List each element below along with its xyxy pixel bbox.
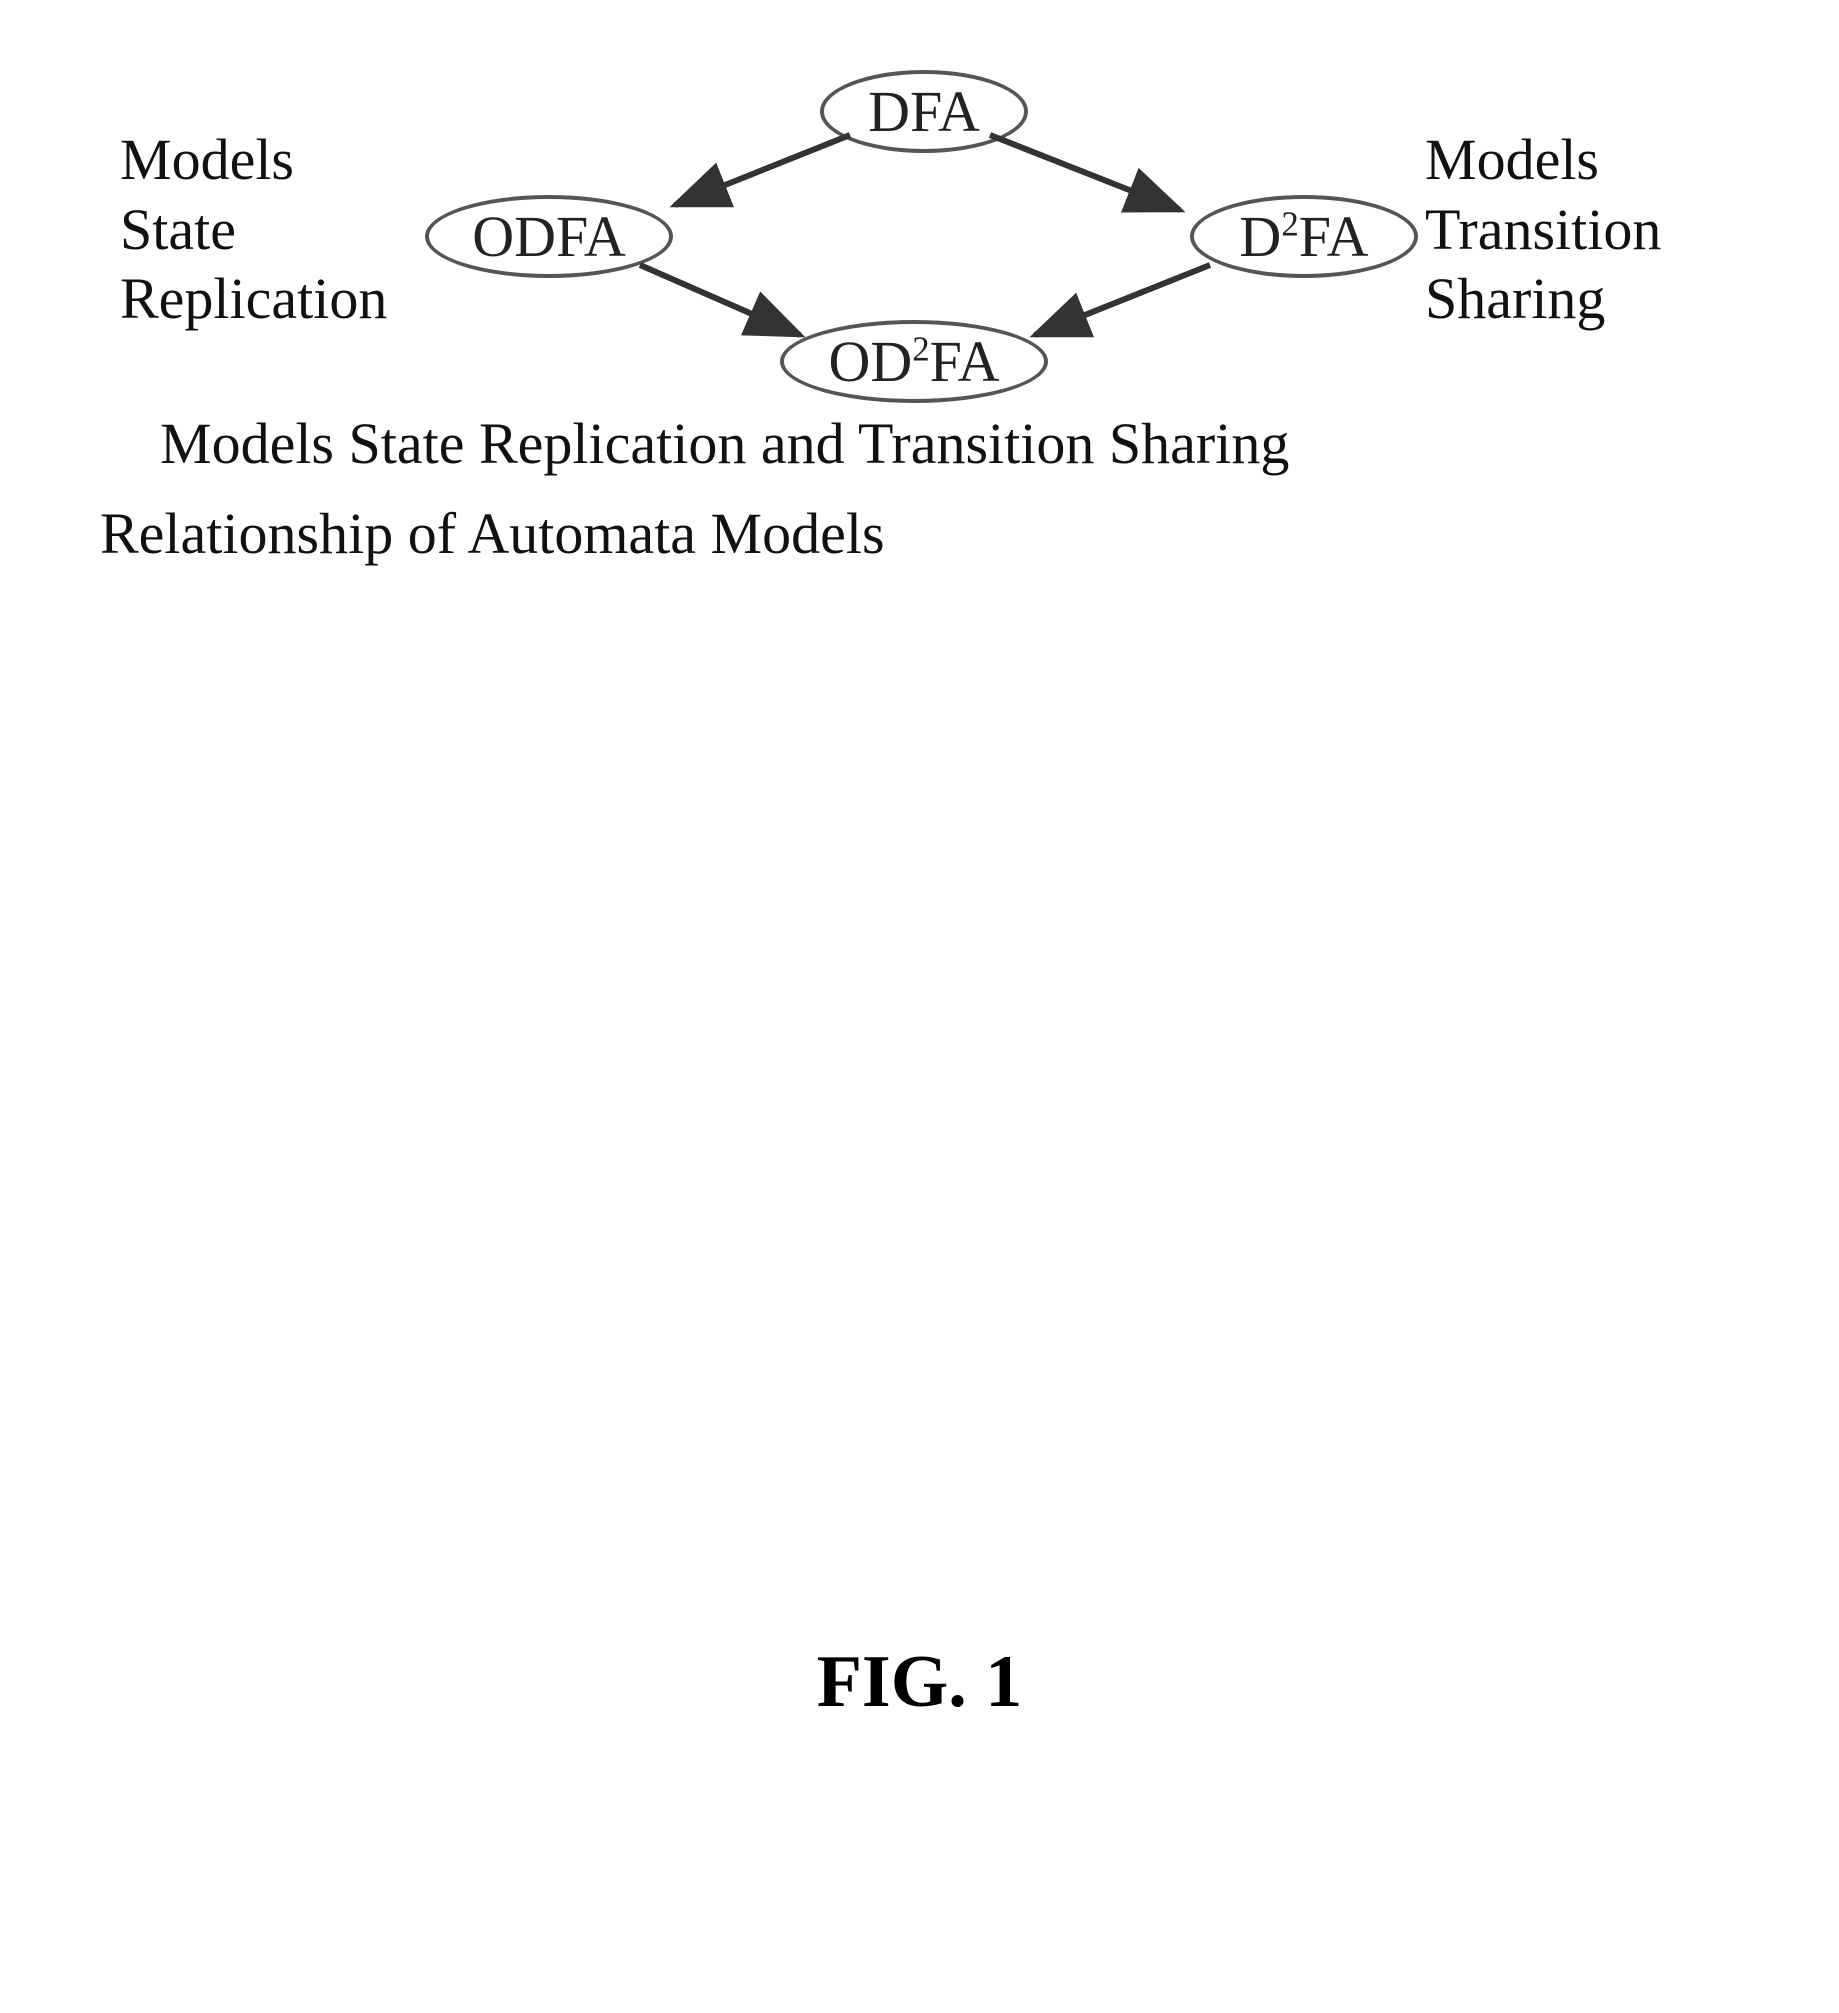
node-od2fa: OD2FA [780, 320, 1048, 403]
node-odfa: ODFA [425, 195, 673, 278]
left-line3: Replication [120, 264, 387, 334]
left-line2: State [120, 195, 387, 265]
right-annotation: Models Transition Sharing [1425, 125, 1661, 334]
node-dfa: DFA [820, 70, 1028, 153]
node-odfa-label: ODFA [472, 203, 626, 270]
arrow-d2fa-od2fa [1035, 265, 1210, 335]
right-line1: Models [1425, 125, 1661, 195]
node-d2fa-label: D2FA [1239, 203, 1368, 270]
arrow-odfa-od2fa [640, 265, 800, 335]
left-annotation: Models State Replication [120, 125, 387, 334]
figure-caption: FIG. 1 [0, 1640, 1839, 1725]
right-line2: Transition [1425, 195, 1661, 265]
arrow-dfa-odfa [675, 135, 850, 205]
node-dfa-label: DFA [868, 78, 980, 145]
bottom-annotation-1: Models State Replication and Transition … [160, 410, 1289, 477]
left-line1: Models [120, 125, 387, 195]
bottom-annotation-2: Relationship of Automata Models [100, 500, 885, 567]
node-d2fa: D2FA [1190, 195, 1418, 278]
right-line3: Sharing [1425, 264, 1661, 334]
arrow-dfa-d2fa [990, 135, 1180, 210]
node-od2fa-label: OD2FA [828, 328, 999, 395]
